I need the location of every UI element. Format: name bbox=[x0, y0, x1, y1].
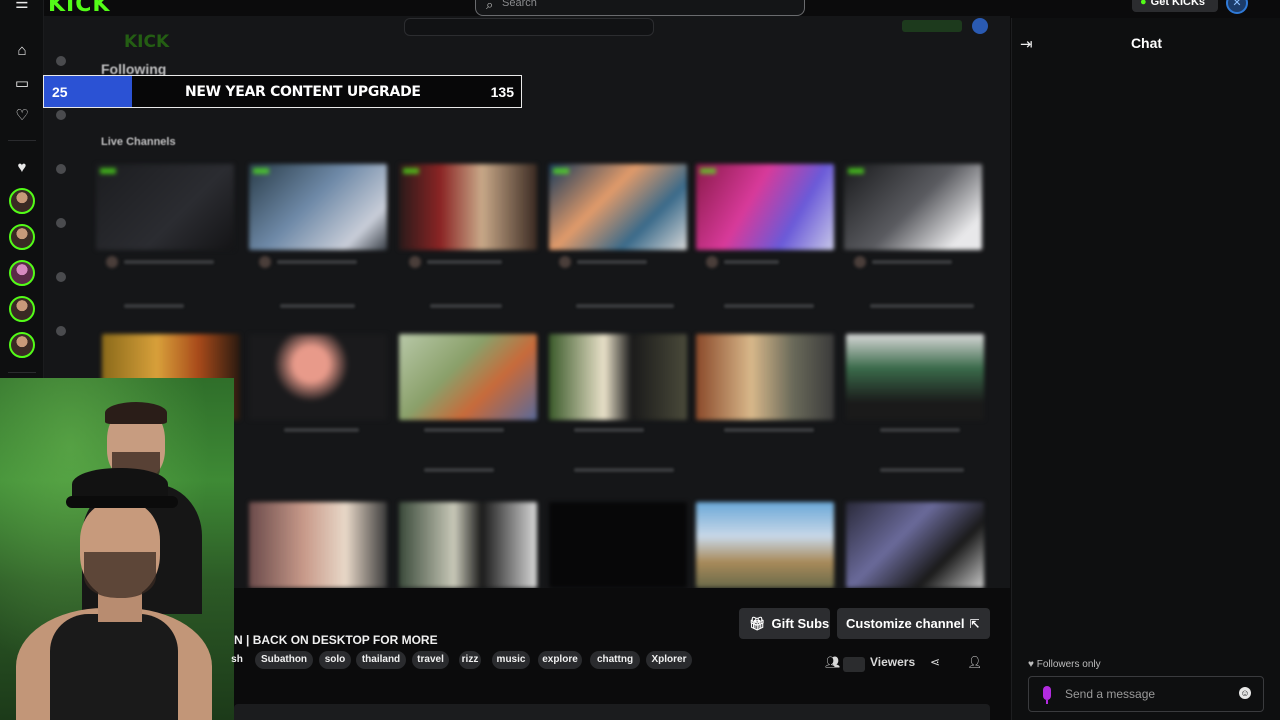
stream-thumbnail bbox=[399, 164, 537, 250]
tag[interactable]: music bbox=[492, 651, 530, 669]
external-link-icon: ⇱ bbox=[969, 617, 980, 631]
search-input[interactable]: ⌕ Search bbox=[475, 0, 805, 16]
goal-bar: 25 NEW YEAR CONTENT UPGRADE 135 bbox=[43, 75, 522, 108]
gift-icon: 🎁︎ bbox=[749, 616, 766, 631]
tag[interactable]: chattng bbox=[590, 651, 640, 669]
emoji-icon[interactable]: ☺ bbox=[1239, 687, 1251, 699]
kick-logo[interactable]: KICK bbox=[48, 0, 110, 17]
gift-subs-button[interactable]: 🎁︎ Gift Subs bbox=[739, 608, 830, 639]
bottom-panel bbox=[234, 704, 990, 720]
stream-thumbnail bbox=[549, 334, 687, 420]
search-placeholder: Search bbox=[502, 0, 537, 9]
tag-partial[interactable]: sh bbox=[228, 651, 246, 669]
followed-channel-avatar[interactable] bbox=[9, 332, 35, 358]
rail-divider bbox=[8, 372, 36, 373]
following-heart-icon: ♥ bbox=[17, 159, 27, 176]
tag[interactable]: explore bbox=[538, 651, 582, 669]
viewers-label: Viewers bbox=[870, 655, 916, 669]
stream-thumbnail bbox=[846, 334, 984, 420]
get-kicks-button[interactable]: ● Get KICKs bbox=[1132, 0, 1218, 12]
customize-channel-button[interactable]: Customize channel ⇱ bbox=[837, 608, 990, 639]
tag[interactable]: rizz bbox=[459, 651, 481, 669]
chat-input-box[interactable]: ☺ bbox=[1028, 676, 1264, 712]
stream-thumbnail bbox=[249, 334, 387, 420]
hamburger-menu-icon[interactable]: ☰ bbox=[12, 0, 32, 14]
webcam-overlay bbox=[0, 378, 234, 720]
heart-icon[interactable]: ♡ bbox=[12, 106, 32, 126]
stream-thumbnail bbox=[696, 502, 834, 588]
get-kicks-label: Get KICKs bbox=[1150, 0, 1206, 8]
tag[interactable]: thailand bbox=[356, 651, 406, 669]
stream-thumbnail bbox=[696, 334, 834, 420]
tag[interactable]: Xplorer bbox=[646, 651, 692, 669]
search-icon: ⌕ bbox=[486, 0, 494, 12]
followed-channel-avatar[interactable] bbox=[9, 224, 35, 250]
viewer-count-box bbox=[843, 657, 865, 672]
browse-icon[interactable]: ▭ bbox=[12, 74, 32, 94]
tag[interactable]: Subathon bbox=[255, 651, 313, 669]
follow-user-icon[interactable]: 👤︎ bbox=[967, 655, 982, 673]
live-channels-heading: Live Channels bbox=[101, 136, 176, 148]
stream-thumbnail bbox=[399, 334, 537, 420]
ghost-avatar bbox=[972, 18, 988, 34]
stream-thumbnail bbox=[844, 164, 982, 250]
send-message-input[interactable] bbox=[1065, 685, 1225, 703]
chat-title: Chat bbox=[1130, 35, 1163, 51]
ghost-search-bar bbox=[404, 18, 654, 36]
webcam-person-foreground bbox=[10, 468, 212, 720]
home-icon[interactable]: ⌂ bbox=[12, 41, 32, 61]
stream-thumbnail bbox=[399, 502, 537, 588]
heart-icon: ♥ bbox=[1028, 659, 1034, 670]
stream-thumbnail bbox=[249, 502, 387, 588]
ghost-kick-logo: KICK bbox=[124, 32, 170, 52]
rail-divider bbox=[8, 140, 36, 141]
viewers-icon: 👥︎ bbox=[825, 655, 841, 669]
stream-thumbnail bbox=[249, 164, 387, 250]
profile-avatar[interactable]: ✕ bbox=[1226, 0, 1248, 14]
tag[interactable]: solo bbox=[319, 651, 351, 669]
goal-target: 135 bbox=[490, 84, 514, 100]
stream-thumbnail bbox=[549, 164, 687, 250]
followed-channel-avatar[interactable] bbox=[9, 296, 35, 322]
followed-channel-avatar[interactable] bbox=[9, 260, 35, 286]
goal-current: 25 bbox=[52, 84, 68, 100]
tag[interactable]: travel bbox=[412, 651, 449, 669]
stream-thumbnail bbox=[696, 164, 834, 250]
stream-title: N | BACK ON DESKTOP FOR MORE bbox=[234, 633, 438, 647]
stream-thumbnail bbox=[846, 502, 984, 588]
followed-channel-avatar[interactable] bbox=[9, 188, 35, 214]
customize-channel-label: Customize channel bbox=[846, 616, 965, 631]
kicks-coin-icon: ● bbox=[1140, 0, 1147, 8]
ghost-button bbox=[902, 20, 962, 32]
stream-thumbnail bbox=[96, 164, 234, 250]
gift-subs-label: Gift Subs bbox=[771, 616, 830, 631]
followers-only-label: ♥ Followers only bbox=[1028, 659, 1101, 670]
goal-title: NEW YEAR CONTENT UPGRADE bbox=[185, 84, 421, 100]
microphone-icon[interactable] bbox=[1043, 686, 1051, 700]
chat-panel: ⇥ Chat ♥ Followers only ☺ bbox=[1011, 18, 1280, 720]
stream-thumbnail bbox=[549, 502, 687, 588]
share-icon[interactable]: ⋖ bbox=[930, 655, 940, 673]
